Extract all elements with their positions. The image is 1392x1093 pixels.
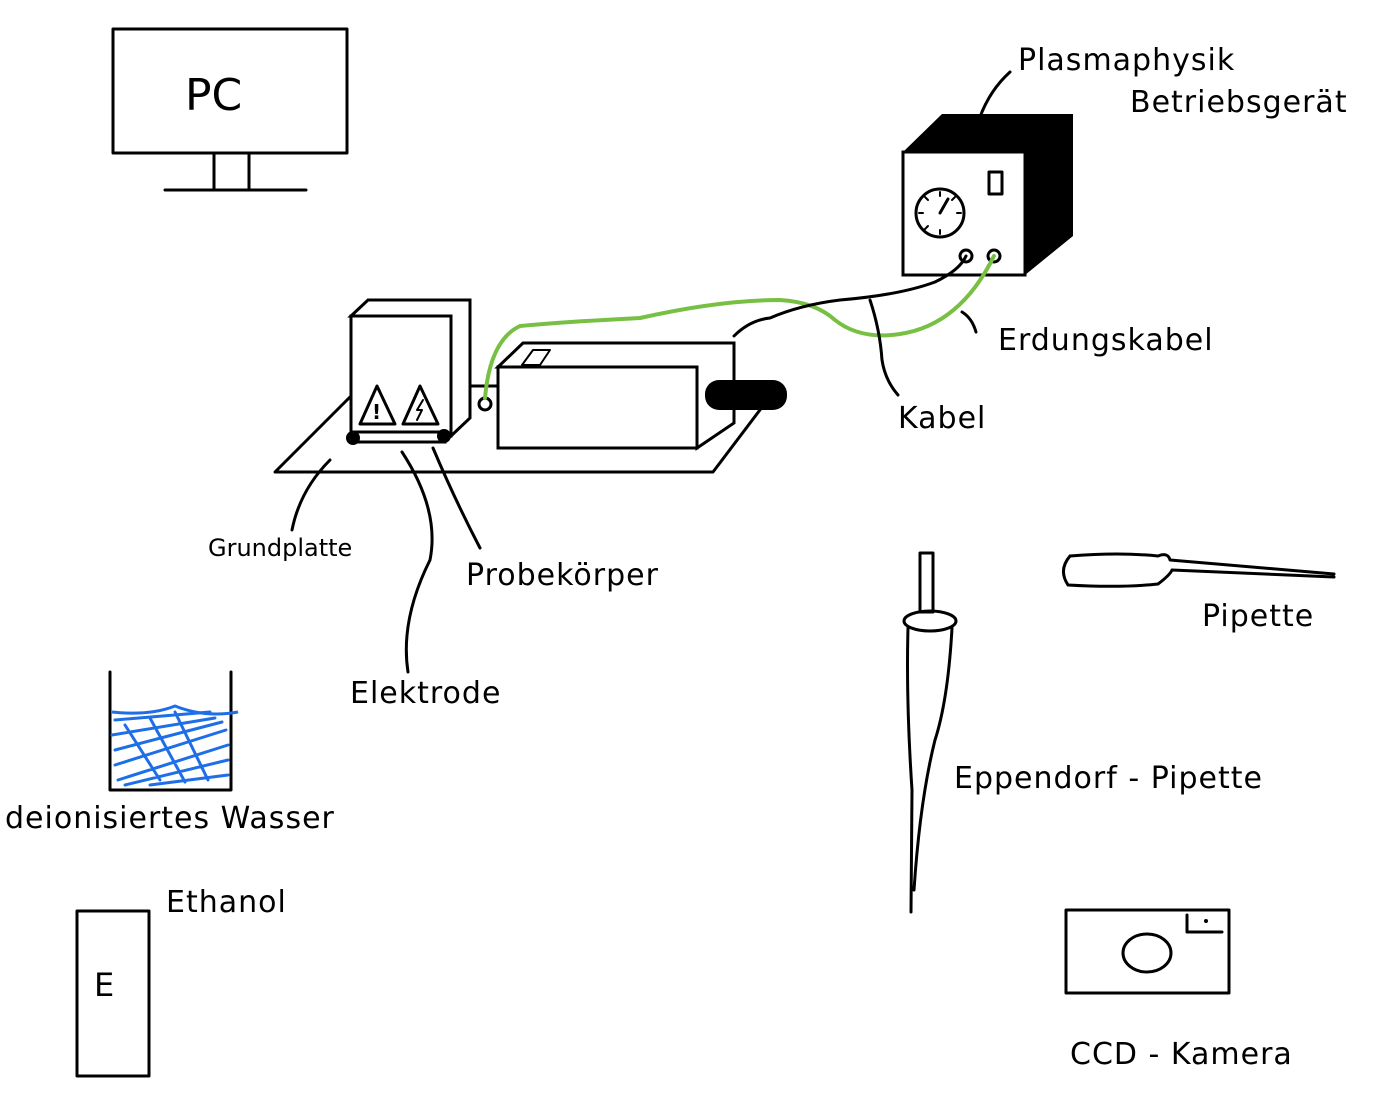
specimen-pointer	[431, 446, 482, 550]
lab-setup-diagram: PC Plasmaphysik Betriebsgerät ! Erdungsk…	[5, 27, 1348, 1078]
plasma-device-icon	[901, 70, 1073, 277]
cable-pointer	[868, 298, 900, 397]
generator-box	[477, 341, 787, 451]
ground-cable-label: Erdungskabel	[998, 323, 1214, 358]
eppendorf-label: Eppendorf - Pipette	[954, 761, 1263, 796]
specimen-box: !	[346, 298, 472, 445]
ground-cable-pointer	[960, 310, 978, 334]
electrode-pointer	[400, 450, 434, 674]
ethanol-bottle-letter: E	[94, 966, 114, 1004]
ethanol-label: Ethanol	[166, 885, 287, 920]
device-label-line1: Plasmaphysik	[1018, 43, 1235, 78]
device-label-line2: Betriebsgerät	[1130, 85, 1348, 120]
electrode-label: Elektrode	[350, 676, 501, 711]
base-plate-label: Grundplatte	[208, 534, 352, 562]
pc-label: PC	[185, 70, 242, 121]
cable-label: Kabel	[898, 401, 986, 436]
water-label: deionisiertes Wasser	[5, 801, 335, 836]
water-beaker-icon	[108, 670, 239, 792]
ccd-label: CCD - Kamera	[1070, 1037, 1293, 1072]
pipette-label: Pipette	[1202, 599, 1314, 634]
eppendorf-pipette-icon	[902, 551, 958, 914]
ccd-camera-icon	[1064, 908, 1231, 995]
specimen-label: Probekörper	[466, 558, 659, 593]
pipette-icon	[1062, 552, 1336, 588]
svg-text:!: !	[372, 400, 381, 424]
